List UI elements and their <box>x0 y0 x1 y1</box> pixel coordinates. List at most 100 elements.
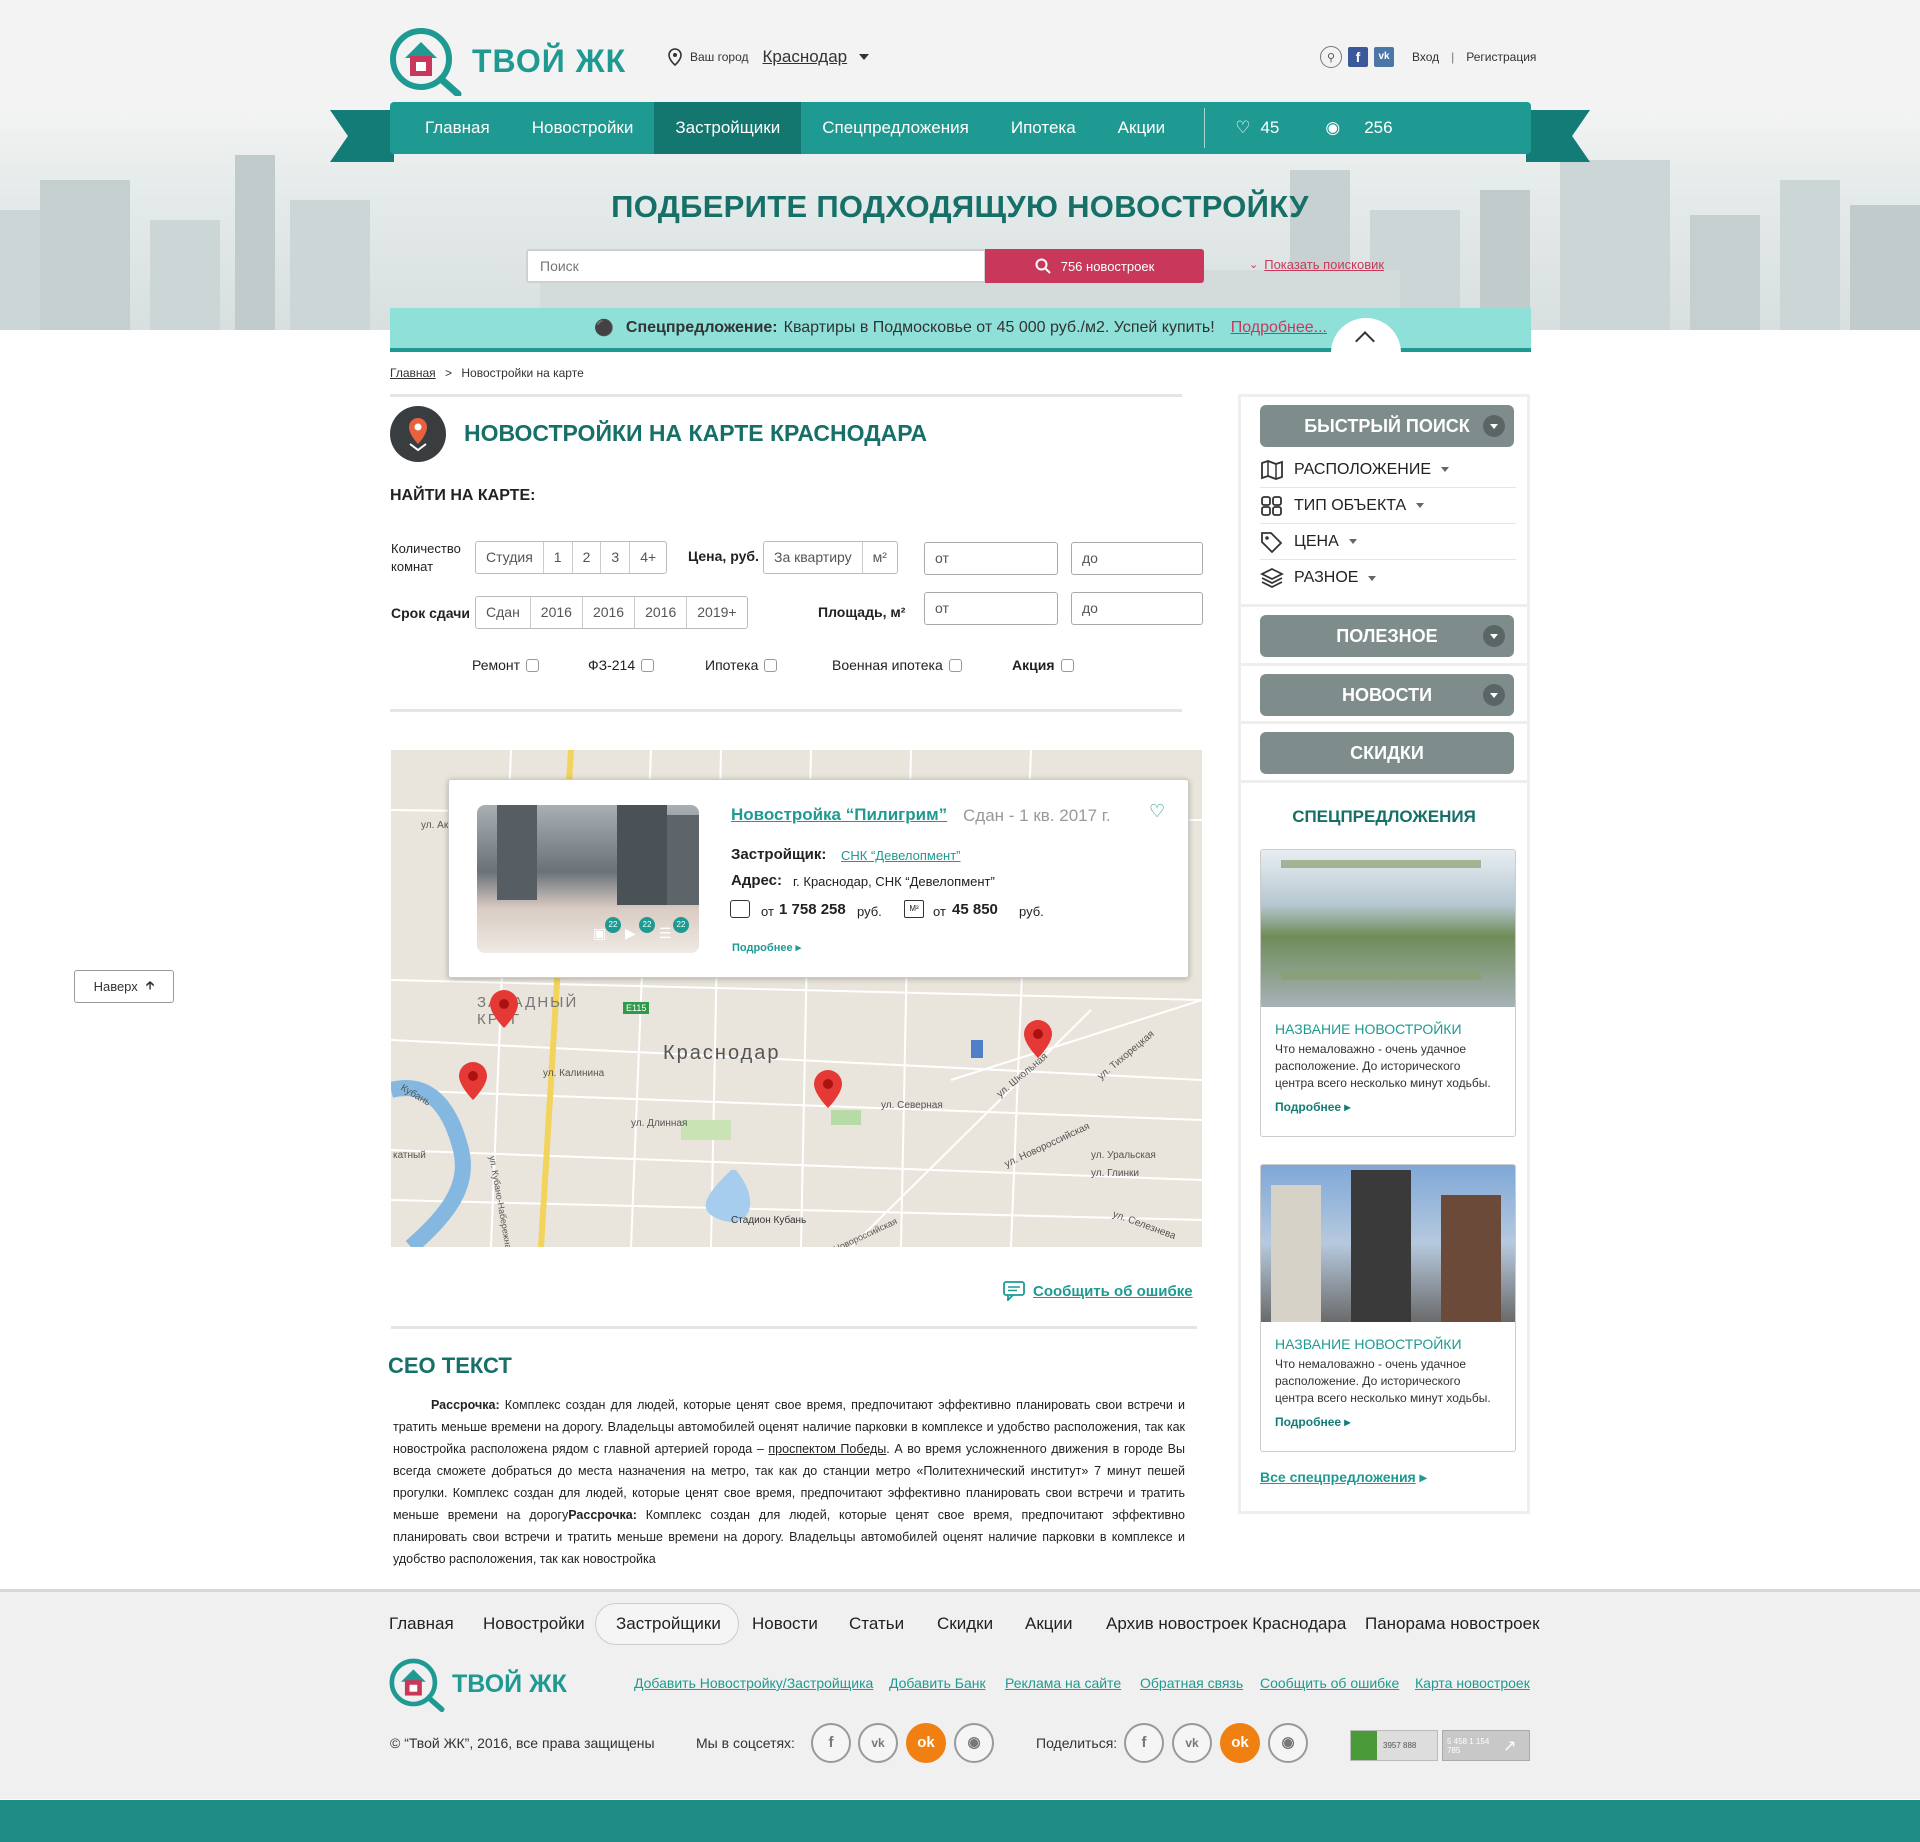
special-card-text: Что немаловажно - очень удачное располож… <box>1275 1042 1491 1090</box>
breadcrumb-home[interactable]: Главная <box>390 366 436 380</box>
odnoklassniki-icon[interactable]: ok <box>906 1723 946 1763</box>
price-per-flat[interactable]: За квартиру <box>764 542 863 573</box>
favorites-counter[interactable]: ♡ 45 <box>1235 118 1279 138</box>
views-counter[interactable]: ◉ 256 <box>1325 118 1392 138</box>
term-done[interactable]: Сдан <box>476 597 531 628</box>
facebook-icon[interactable]: f <box>811 1723 851 1763</box>
instagram-icon[interactable]: ◉ <box>954 1723 994 1763</box>
rooms-studio[interactable]: Студия <box>476 542 544 573</box>
facebook-icon[interactable]: f <box>1348 47 1368 67</box>
price-per-sqm[interactable]: м² <box>863 542 897 573</box>
vk-icon[interactable]: vk <box>858 1723 898 1763</box>
footer-nav-archive[interactable]: Архив новостроек Краснодара <box>1106 1614 1346 1634</box>
area-from-field[interactable]: от <box>924 592 1058 625</box>
footer-nav-newbuildings[interactable]: Новостройки <box>483 1614 585 1634</box>
check-renovation[interactable]: Ремонт <box>472 657 540 673</box>
map-popup-card[interactable]: ▣ 22 ▶ 22 ☰ 22 Новостройка “Пилигрим” Сд… <box>448 779 1189 978</box>
odnoklassniki-icon[interactable]: ok <box>1220 1723 1260 1763</box>
to-top-button[interactable]: Наверх 🡱 <box>74 970 174 1003</box>
discounts-button[interactable]: СКИДКИ <box>1260 732 1514 774</box>
filter-location[interactable]: РАСПОЛОЖЕНИЕ <box>1260 452 1516 488</box>
footer-link-feedback[interactable]: Обратная связь <box>1140 1675 1243 1691</box>
term-2019plus[interactable]: 2019+ <box>687 597 746 628</box>
price-from-field[interactable]: от <box>924 542 1058 575</box>
special-card-photo[interactable] <box>1261 850 1515 1007</box>
checkbox[interactable] <box>948 658 962 672</box>
nav-item-specials[interactable]: Спецпредложения <box>801 102 990 154</box>
rooms-3[interactable]: 3 <box>601 542 631 573</box>
special-card-more[interactable]: Подробнее ▸ <box>1261 1092 1515 1122</box>
special-card[interactable]: НАЗВАНИЕ НОВОСТРОЙКИ Что немаловажно - о… <box>1260 1164 1516 1452</box>
checkbox[interactable] <box>641 658 655 672</box>
checkbox[interactable] <box>1060 658 1074 672</box>
vk-icon[interactable]: vk <box>1172 1723 1212 1763</box>
special-card-title[interactable]: НАЗВАНИЕ НОВОСТРОЙКИ <box>1261 1322 1515 1356</box>
footer-nav-panorama[interactable]: Панорама новостроек <box>1365 1614 1540 1634</box>
seo-link[interactable]: проспектом Победы <box>768 1442 886 1456</box>
login-link[interactable]: Вход <box>1412 50 1439 64</box>
rooms-2[interactable]: 2 <box>573 542 602 573</box>
all-specials-link[interactable]: Все спецпредложения ▸ <box>1260 1469 1427 1486</box>
footer-link-ads[interactable]: Реклама на сайте <box>1005 1675 1121 1691</box>
facebook-icon[interactable]: f <box>1124 1723 1164 1763</box>
nav-item-developers[interactable]: Застройщики <box>654 102 802 154</box>
lock-icon[interactable]: ⚲ <box>1320 46 1342 68</box>
check-fz214[interactable]: ФЗ-214 <box>588 657 655 673</box>
rooms-4plus[interactable]: 4+ <box>630 542 666 573</box>
show-search-toggle[interactable]: ⌄ Показать поисковик <box>1249 257 1384 272</box>
counter-widget-2[interactable]: 5 458 1 154 785 ↗ <box>1442 1730 1530 1761</box>
area-to-field[interactable]: до <box>1071 592 1203 625</box>
footer-logo[interactable]: ТВОЙ ЖК <box>388 1656 567 1712</box>
term-2016-c[interactable]: 2016 <box>635 597 688 628</box>
popup-title[interactable]: Новостройка “Пилигрим” <box>731 805 947 825</box>
search-button[interactable]: 756 новостроек <box>985 249 1204 283</box>
special-card-more[interactable]: Подробнее ▸ <box>1261 1407 1515 1437</box>
footer-nav-articles[interactable]: Статьи <box>849 1614 904 1634</box>
popup-photo[interactable]: ▣ 22 ▶ 22 ☰ 22 <box>477 805 699 953</box>
special-card-title[interactable]: НАЗВАНИЕ НОВОСТРОЙКИ <box>1261 1007 1515 1041</box>
check-mortgage[interactable]: Ипотека <box>705 657 778 673</box>
city-value[interactable]: Краснодар <box>763 47 848 67</box>
news-button[interactable]: НОВОСТИ <box>1260 674 1514 716</box>
special-card[interactable]: НАЗВАНИЕ НОВОСТРОЙКИ Что немаловажно - о… <box>1260 849 1516 1137</box>
heart-icon[interactable]: ♡ <box>1149 801 1165 822</box>
footer-nav-home[interactable]: Главная <box>389 1614 454 1634</box>
popup-more[interactable]: Подробнее ▸ <box>732 941 801 954</box>
term-2016-b[interactable]: 2016 <box>583 597 636 628</box>
check-military-mortgage[interactable]: Военная ипотека <box>832 657 962 673</box>
popup-dev-link[interactable]: СНК “Девелопмент” <box>841 848 961 863</box>
footer-link-report[interactable]: Сообщить об ошибке <box>1260 1675 1399 1691</box>
filter-object-type[interactable]: ТИП ОБЪЕКТА <box>1260 488 1516 524</box>
check-promo[interactable]: Акция <box>1012 657 1074 673</box>
special-card-photo[interactable] <box>1261 1165 1515 1322</box>
footer-nav-developers[interactable]: Застройщики <box>616 1614 721 1634</box>
filter-price[interactable]: ЦЕНА <box>1260 524 1516 560</box>
price-to-field[interactable]: до <box>1071 542 1203 575</box>
footer-link-add-bank[interactable]: Добавить Банк <box>889 1675 986 1691</box>
quick-search-button[interactable]: БЫСТРЫЙ ПОИСК <box>1260 405 1514 447</box>
filter-misc[interactable]: РАЗНОЕ <box>1260 560 1516 596</box>
nav-item-home[interactable]: Главная <box>404 102 511 154</box>
report-error-link[interactable]: Сообщить об ошибке <box>1003 1281 1193 1301</box>
footer-nav-news[interactable]: Новости <box>752 1614 818 1634</box>
footer-nav-discounts[interactable]: Скидки <box>937 1614 993 1634</box>
special-offer-more[interactable]: Подробнее... <box>1231 319 1327 337</box>
checkbox[interactable] <box>764 658 778 672</box>
instagram-icon[interactable]: ◉ <box>1268 1723 1308 1763</box>
city-selector[interactable]: Ваш город Краснодар <box>668 47 870 67</box>
search-input[interactable] <box>526 249 986 283</box>
footer-nav-promotions[interactable]: Акции <box>1025 1614 1073 1634</box>
nav-item-newbuildings[interactable]: Новостройки <box>511 102 655 154</box>
nav-item-promotions[interactable]: Акции <box>1097 102 1187 154</box>
counter-widget-1[interactable]: 3957 888 <box>1350 1730 1438 1761</box>
footer-link-add-building[interactable]: Добавить Новостройку/Застройщика <box>634 1675 873 1691</box>
rooms-1[interactable]: 1 <box>544 542 573 573</box>
nav-item-mortgage[interactable]: Ипотека <box>990 102 1097 154</box>
useful-button[interactable]: ПОЛЕЗНОЕ <box>1260 615 1514 657</box>
logo[interactable]: ТВОЙ ЖК <box>388 26 626 96</box>
vk-icon[interactable]: vk <box>1374 47 1394 67</box>
register-link[interactable]: Регистрация <box>1466 50 1536 64</box>
footer-link-map[interactable]: Карта новостроек <box>1415 1675 1530 1691</box>
term-2016-a[interactable]: 2016 <box>531 597 583 628</box>
checkbox[interactable] <box>526 658 540 672</box>
